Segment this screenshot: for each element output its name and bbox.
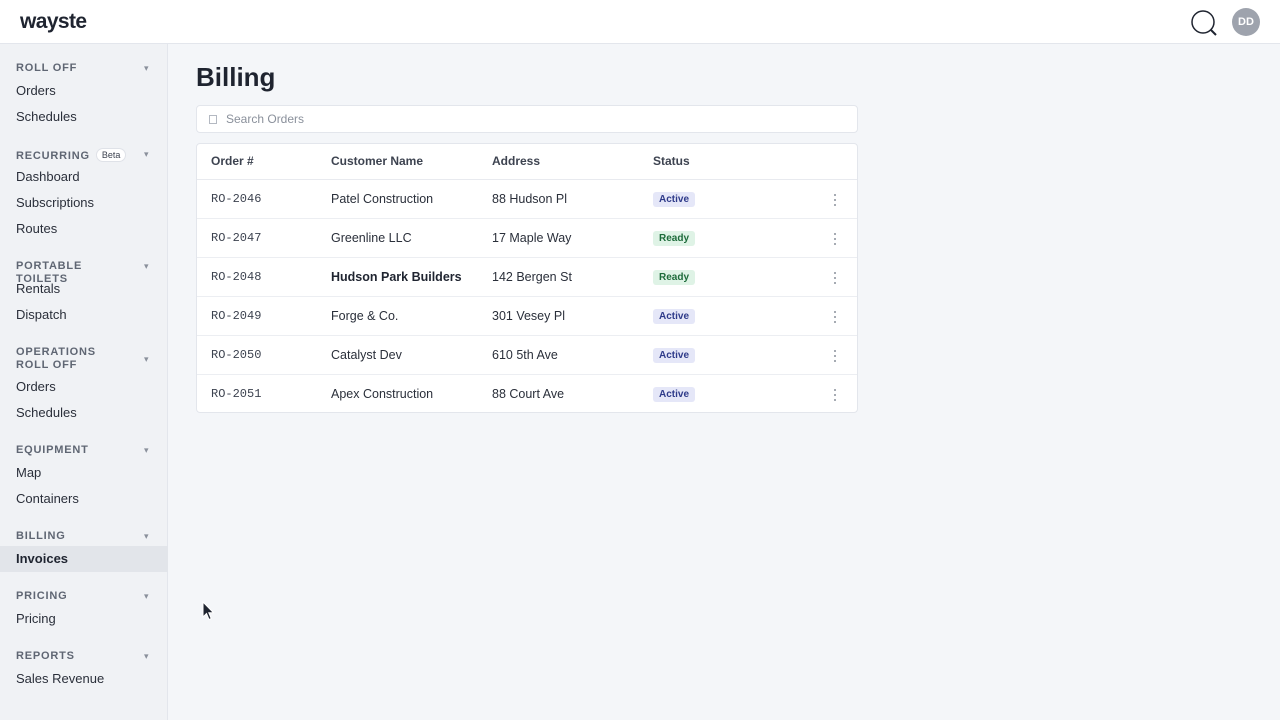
sidebar-item-ops-schedules[interactable]: Schedules (0, 400, 168, 426)
sidebar-item-invoices[interactable]: Invoices (0, 546, 168, 572)
address: 17 Maple Way (492, 231, 572, 245)
mouse-cursor-icon (202, 601, 215, 621)
sidebar-item-rentals[interactable]: Rentals (0, 276, 168, 302)
page-title: Billing (196, 62, 276, 92)
search-box (196, 105, 858, 133)
section-title: Roll Off (16, 62, 78, 74)
address: 88 Hudson Pl (492, 192, 568, 206)
row-menu-icon[interactable] (829, 309, 841, 325)
search-icon (209, 115, 217, 124)
section-title: Billing (16, 530, 66, 542)
table-header: Order # Customer Name Address Status (197, 144, 857, 180)
sidebar-section-pricing[interactable]: Pricing ▾ (0, 590, 168, 603)
row-menu-icon[interactable] (829, 231, 841, 247)
section-title: Operations Roll Off (16, 346, 96, 371)
column-header-status[interactable]: Status (653, 144, 690, 179)
table-row[interactable]: RO-2048 Hudson Park Builders 142 Bergen … (197, 258, 857, 297)
sidebar-item-dispatch[interactable]: Dispatch (0, 302, 168, 328)
section-title: Pricing (16, 590, 68, 602)
section-title-wrap: Recurring Beta (16, 148, 131, 163)
sidebar: Roll Off ▾ Orders Schedules Recurring Bet… (0, 44, 168, 720)
row-menu-icon[interactable] (829, 270, 841, 286)
sidebar-section-roll-off[interactable]: Roll Off ▾ (0, 62, 168, 75)
order-number: RO-2049 (211, 309, 262, 323)
top-header: wayste DD (0, 0, 1280, 44)
sidebar-section-portable-toilets[interactable]: Portable Toilets ▾ (0, 260, 168, 285)
customer-name: Hudson Park Builders (331, 270, 462, 284)
column-header-address[interactable]: Address (492, 144, 540, 179)
sidebar-item-pricing[interactable]: Pricing (0, 606, 168, 632)
user-avatar[interactable]: DD (1232, 8, 1260, 36)
sidebar-item-dashboard[interactable]: Dashboard (0, 164, 168, 190)
sidebar-item-containers[interactable]: Containers (0, 486, 168, 512)
table-row[interactable]: RO-2050 Catalyst Dev 610 5th Ave Active (197, 336, 857, 375)
order-number: RO-2047 (211, 231, 262, 245)
sidebar-section-equipment[interactable]: Equipment ▾ (0, 444, 168, 457)
row-menu-icon[interactable] (829, 192, 841, 208)
chevron-down-icon: ▾ (144, 591, 149, 601)
chevron-down-icon: ▾ (144, 445, 149, 455)
orders-table: Order # Customer Name Address Status RO-… (196, 143, 858, 413)
order-number: RO-2050 (211, 348, 262, 362)
sidebar-item-ops-orders[interactable]: Orders (0, 374, 168, 400)
order-number: RO-2048 (211, 270, 262, 284)
chevron-down-icon: ▾ (144, 531, 149, 541)
customer-name: Forge & Co. (331, 309, 399, 323)
status-badge: Active (653, 348, 696, 363)
chevron-down-icon: ▾ (144, 261, 149, 271)
app-logo[interactable]: wayste (20, 10, 87, 34)
row-menu-icon[interactable] (829, 387, 841, 403)
search-icon[interactable] (1190, 9, 1218, 37)
status-badge: Active (653, 309, 696, 324)
address: 88 Court Ave (492, 387, 565, 401)
chevron-down-icon: ▾ (144, 354, 149, 364)
row-menu-icon[interactable] (829, 348, 841, 364)
address: 301 Vesey Pl (492, 309, 565, 323)
section-title: Reports (16, 650, 75, 662)
search-input[interactable] (226, 106, 846, 132)
address: 142 Bergen St (492, 270, 572, 284)
sidebar-item-routes[interactable]: Routes (0, 216, 168, 242)
sidebar-item-schedules[interactable]: Schedules (0, 104, 168, 130)
table-row[interactable]: RO-2049 Forge & Co. 301 Vesey Pl Active (197, 297, 857, 336)
status-badge: Ready (653, 270, 696, 285)
status-badge: Ready (653, 231, 696, 246)
beta-badge: Beta (95, 148, 127, 162)
table-row[interactable]: RO-2051 Apex Construction 88 Court Ave A… (197, 375, 857, 414)
sidebar-item-orders[interactable]: Orders (0, 78, 168, 104)
column-header-order[interactable]: Order # (211, 144, 254, 179)
sidebar-section-operations-roll-off[interactable]: Operations Roll Off ▾ (0, 346, 168, 372)
sidebar-section-billing[interactable]: Billing ▾ (0, 530, 168, 543)
column-header-customer[interactable]: Customer Name (331, 144, 423, 179)
address: 610 5th Ave (492, 348, 558, 362)
table-row[interactable]: RO-2046 Patel Construction 88 Hudson Pl … (197, 180, 857, 219)
chevron-down-icon: ▾ (144, 63, 149, 73)
sidebar-item-map[interactable]: Map (0, 460, 168, 486)
section-title: Recurring (16, 150, 90, 162)
customer-name: Catalyst Dev (331, 348, 402, 362)
chevron-down-icon: ▾ (144, 651, 149, 661)
sidebar-section-reports[interactable]: Reports ▾ (0, 650, 168, 663)
table-row[interactable]: RO-2047 Greenline LLC 17 Maple Way Ready (197, 219, 857, 258)
order-number: RO-2051 (211, 387, 262, 401)
section-title: Equipment (16, 444, 89, 456)
customer-name: Greenline LLC (331, 231, 412, 245)
order-number: RO-2046 (211, 192, 262, 206)
sidebar-item-subscriptions[interactable]: Subscriptions (0, 190, 168, 216)
status-badge: Active (653, 192, 696, 207)
sidebar-section-recurring[interactable]: Recurring Beta ▾ (0, 148, 168, 163)
chevron-down-icon: ▾ (144, 149, 149, 159)
customer-name: Patel Construction (331, 192, 434, 206)
customer-name: Apex Construction (331, 387, 434, 401)
status-badge: Active (653, 387, 696, 402)
sidebar-item-sales-revenue[interactable]: Sales Revenue (0, 666, 168, 692)
